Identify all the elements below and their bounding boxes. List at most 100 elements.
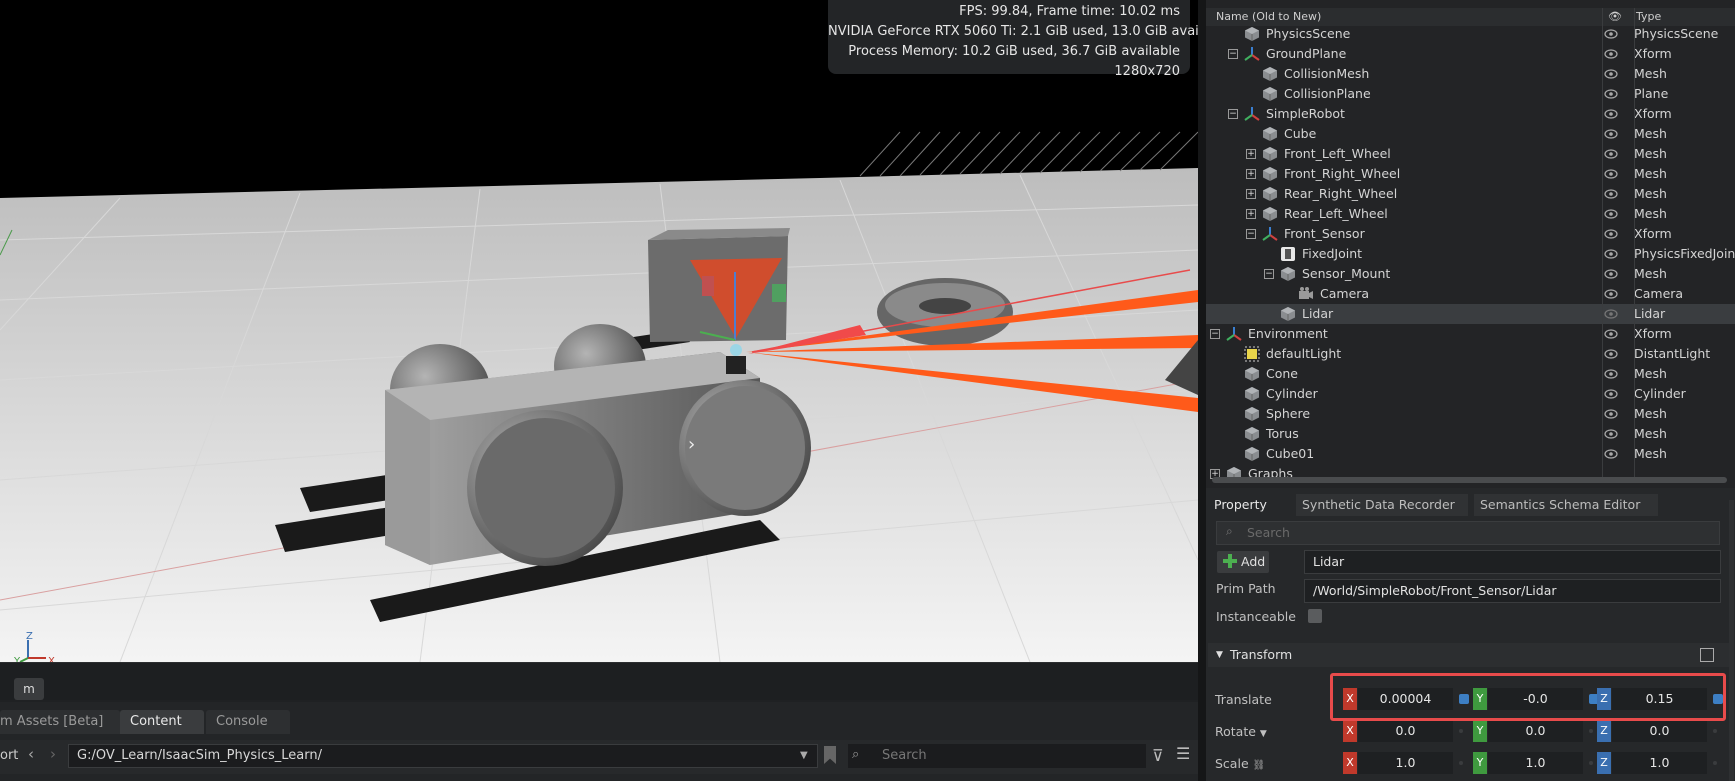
visibility-eye-icon[interactable] — [1604, 67, 1618, 81]
stage-row-groundplane[interactable]: − GroundPlane Xform — [1206, 44, 1735, 64]
visibility-eye-icon[interactable] — [1604, 87, 1618, 101]
expand-icon[interactable]: + — [1246, 149, 1256, 159]
link-scale-icon[interactable]: ⛓ — [1253, 760, 1266, 771]
prim-name-field[interactable]: Lidar — [1304, 550, 1721, 574]
scale-x-axis-label[interactable]: X — [1343, 752, 1357, 774]
rotate-x-axis-label[interactable]: X — [1343, 720, 1357, 742]
stage-row-camera[interactable]: Camera Camera — [1206, 284, 1735, 304]
content-path-field[interactable]: G:/OV_Learn/IsaacSim_Physics_Learn/ — [68, 744, 818, 768]
stage-row-rear_right_wheel[interactable]: + Rear_Right_Wheel Mesh — [1206, 184, 1735, 204]
rotate-x-field[interactable]: 0.0 — [1358, 720, 1453, 742]
stage-row-collisionplane[interactable]: CollisionPlane Plane — [1206, 84, 1735, 104]
stage-row-environment[interactable]: − Environment Xform — [1206, 324, 1735, 344]
stage-row-cube01[interactable]: Cube01 Mesh — [1206, 444, 1735, 464]
transform-section-header[interactable]: ▼ Transform — [1208, 643, 1729, 667]
stage-row-front_sensor[interactable]: − Front_Sensor Xform — [1206, 224, 1735, 244]
tab-console[interactable]: Console — [206, 710, 290, 734]
instanceable-checkbox[interactable] — [1308, 609, 1322, 623]
keyframe-icon[interactable] — [1589, 761, 1593, 765]
path-dropdown-icon[interactable]: ▼ — [800, 750, 808, 761]
scale-y-field[interactable]: 1.0 — [1488, 752, 1583, 774]
visibility-eye-icon[interactable] — [1604, 147, 1618, 161]
rotate-z-field[interactable]: 0.0 — [1612, 720, 1707, 742]
stage-row-simplerobot[interactable]: − SimpleRobot Xform — [1206, 104, 1735, 124]
scale-x-field[interactable]: 1.0 — [1358, 752, 1453, 774]
scale-z-axis-label[interactable]: Z — [1597, 752, 1611, 774]
visibility-eye-icon[interactable] — [1604, 27, 1618, 41]
menu-icon[interactable]: ☰ — [1176, 744, 1190, 763]
collapse-icon[interactable]: − — [1210, 329, 1220, 339]
stage-row-front_left_wheel[interactable]: + Front_Left_Wheel Mesh — [1206, 144, 1735, 164]
visibility-eye-icon[interactable] — [1604, 287, 1618, 301]
stage-row-physicsscene[interactable]: PhysicsScene PhysicsScene — [1206, 24, 1735, 44]
property-search-input[interactable]: Search — [1216, 521, 1720, 545]
keyframe-icon[interactable] — [1459, 729, 1463, 733]
expand-icon[interactable]: + — [1246, 169, 1256, 179]
expand-icon[interactable]: + — [1246, 189, 1256, 199]
stage-row-sphere[interactable]: Sphere Mesh — [1206, 404, 1735, 424]
scene-render[interactable]: › — [0, 0, 1198, 662]
back-arrow-icon[interactable]: ‹ — [28, 745, 34, 763]
stage-row-torus[interactable]: Torus Mesh — [1206, 424, 1735, 444]
stage-row-lidar[interactable]: Lidar Lidar — [1206, 304, 1735, 324]
prim-path-field[interactable]: /World/SimpleRobot/Front_Sensor/Lidar — [1304, 579, 1721, 603]
keyframe-icon[interactable] — [1589, 729, 1593, 733]
panel-splitter[interactable] — [1198, 0, 1206, 781]
tab-content[interactable]: Content — [120, 710, 204, 734]
stage-horizontal-scrollbar[interactable] — [1212, 477, 1727, 483]
rotate-label[interactable]: Rotate ▼ — [1215, 722, 1267, 744]
stage-row-collisionmesh[interactable]: CollisionMesh Mesh — [1206, 64, 1735, 84]
keyframe-icon[interactable] — [1713, 761, 1717, 765]
visibility-eye-icon[interactable] — [1604, 367, 1618, 381]
visibility-eye-icon[interactable] — [1604, 107, 1618, 121]
visibility-eye-icon[interactable] — [1604, 427, 1618, 441]
stage-row-front_right_wheel[interactable]: + Front_Right_Wheel Mesh — [1206, 164, 1735, 184]
filter-icon[interactable]: ⊽ — [1152, 746, 1164, 765]
keyframe-icon[interactable] — [1713, 729, 1717, 733]
tab-property[interactable]: Property — [1208, 494, 1292, 516]
expand-icon[interactable]: + — [1246, 209, 1256, 219]
col-name-header[interactable]: Name (Old to New) — [1216, 10, 1321, 23]
rotate-y-axis-label[interactable]: Y — [1473, 720, 1487, 742]
scale-y-axis-label[interactable]: Y — [1473, 752, 1487, 774]
stage-row-cube[interactable]: Cube Mesh — [1206, 124, 1735, 144]
collapse-icon[interactable]: − — [1264, 269, 1274, 279]
visibility-eye-icon[interactable] — [1604, 347, 1618, 361]
stage-row-cone[interactable]: Cone Mesh — [1206, 364, 1735, 384]
visibility-eye-icon[interactable] — [1604, 47, 1618, 61]
stage-row-sensor_mount[interactable]: − Sensor_Mount Mesh — [1206, 264, 1735, 284]
keyframe-icon[interactable] — [1459, 761, 1463, 765]
stage-row-cylinder[interactable]: Cylinder Cylinder — [1206, 384, 1735, 404]
rotate-z-axis-label[interactable]: Z — [1597, 720, 1611, 742]
import-button-partial[interactable]: ort — [0, 748, 18, 763]
visibility-eye-icon[interactable] — [1604, 267, 1618, 281]
visibility-eye-icon[interactable] — [1604, 327, 1618, 341]
visibility-eye-icon[interactable] — [1604, 227, 1618, 241]
rotate-y-field[interactable]: 0.0 — [1488, 720, 1583, 742]
viewport[interactable]: › FPS: 99.84, Frame time: 10.02 ms NVIDI… — [0, 0, 1198, 700]
collapse-icon[interactable]: − — [1228, 109, 1238, 119]
visibility-eye-icon[interactable] — [1604, 127, 1618, 141]
visibility-eye-icon[interactable] — [1604, 187, 1618, 201]
visibility-eye-icon[interactable] — [1604, 247, 1618, 261]
header-eye-icon[interactable]: 👁 — [1608, 10, 1622, 23]
m-button[interactable]: m — [14, 678, 44, 700]
content-search-input[interactable]: Search — [848, 744, 1146, 768]
transform-options-icon[interactable] — [1700, 648, 1714, 662]
stage-row-fixedjoint[interactable]: FixedJoint PhysicsFixedJoin — [1206, 244, 1735, 264]
stage-row-rear_left_wheel[interactable]: + Rear_Left_Wheel Mesh — [1206, 204, 1735, 224]
forward-arrow-icon[interactable]: › — [50, 745, 56, 763]
tab-semantics-schema-editor[interactable]: Semantics Schema Editor — [1474, 494, 1658, 516]
property-scrollbar[interactable] — [1729, 500, 1734, 781]
visibility-eye-icon[interactable] — [1604, 207, 1618, 221]
tab-synthetic-data-recorder[interactable]: Synthetic Data Recorder — [1296, 494, 1468, 516]
tab-assets[interactable]: m Assets [Beta] — [0, 710, 120, 734]
collapse-icon[interactable]: − — [1246, 229, 1256, 239]
scale-z-field[interactable]: 1.0 — [1612, 752, 1707, 774]
visibility-eye-icon[interactable] — [1604, 387, 1618, 401]
visibility-eye-icon[interactable] — [1604, 307, 1618, 321]
visibility-eye-icon[interactable] — [1604, 447, 1618, 461]
visibility-eye-icon[interactable] — [1604, 407, 1618, 421]
col-type-header[interactable]: Type — [1636, 10, 1661, 23]
visibility-eye-icon[interactable] — [1604, 167, 1618, 181]
